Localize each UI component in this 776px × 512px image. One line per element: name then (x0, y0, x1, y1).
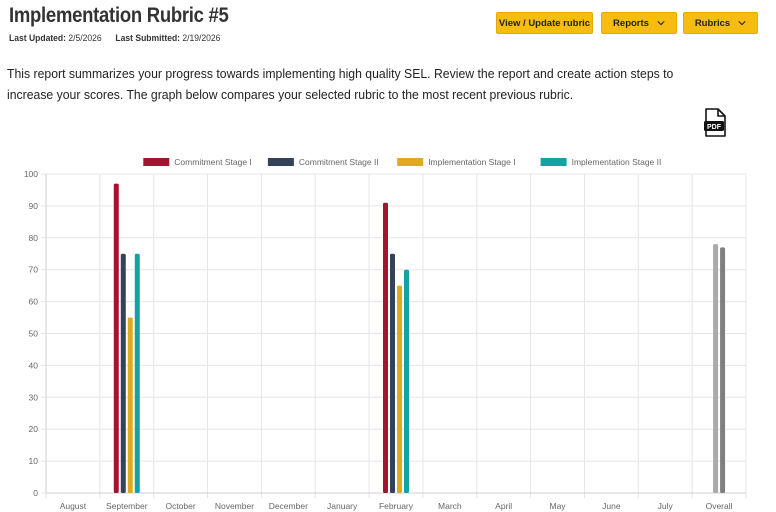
pdf-file-icon[interactable]: PDF (703, 108, 727, 138)
rubrics-dropdown-button[interactable]: Rubrics (683, 12, 758, 34)
x-tick-label: August (60, 501, 87, 511)
bar-implementation-stage-i (127, 317, 133, 493)
bar-overall (713, 244, 719, 493)
y-tick-label: 80 (29, 233, 39, 243)
report-description: This report summarizes your progress tow… (7, 66, 674, 102)
y-tick-label: 40 (29, 360, 39, 370)
view-update-rubric-label: View / Update rubric (498, 17, 591, 29)
y-tick-label: 50 (29, 329, 39, 339)
pdf-icon-label: PDF (707, 124, 722, 131)
y-tick-label: 20 (29, 424, 39, 434)
last-submitted-value: 2/19/2026 (182, 33, 221, 44)
y-tick-label: 0 (33, 488, 38, 498)
legend-label: Commitment Stage II (299, 157, 379, 167)
bar-commitment-stage-ii (120, 253, 126, 493)
rubrics-label: Rubrics (694, 17, 731, 29)
legend-label: Implementation Stage II (572, 157, 662, 167)
x-tick-label: December (269, 501, 308, 511)
bar-implementation-stage-i (397, 285, 402, 493)
x-tick-label: April (495, 501, 512, 511)
progress-bar-chart: 0 10 20 30 40 50 60 70 80 90 100 August September Oct… (24, 157, 747, 511)
bar-commitment-stage-i (113, 183, 119, 493)
chevron-down-icon (738, 21, 746, 26)
bar-commitment-stage-ii (390, 253, 395, 493)
legend-swatch (143, 158, 170, 166)
page-title: Implementation Rubric #5 (9, 4, 229, 27)
legend-swatch (267, 158, 294, 166)
legend-swatch (397, 158, 424, 166)
legend-swatch (540, 158, 567, 166)
x-tick-label: June (602, 501, 621, 511)
last-submitted-label: Last Submitted: (115, 33, 181, 44)
x-tick-label: January (327, 501, 358, 511)
legend-label: Implementation Stage I (428, 157, 515, 167)
bar-implementation-stage-ii (404, 269, 409, 493)
y-tick-label: 100 (24, 169, 38, 179)
reports-dropdown-button[interactable]: Reports (601, 12, 677, 34)
bar-implementation-stage-ii (134, 253, 140, 493)
view-update-rubric-button[interactable]: View / Update rubric (496, 12, 593, 34)
legend-label: Commitment Stage I (174, 157, 251, 167)
x-tick-label: October (165, 501, 195, 511)
chevron-down-icon (657, 21, 665, 26)
x-tick-label: February (379, 501, 414, 511)
reports-label: Reports (613, 17, 649, 29)
y-tick-label: 70 (29, 265, 39, 275)
x-tick-label: March (438, 501, 462, 511)
y-tick-label: 10 (29, 456, 39, 466)
x-tick-label: May (550, 501, 567, 511)
x-tick-label: Overall (706, 501, 733, 511)
last-updated-value: 2/5/2026 (68, 33, 102, 44)
bar-commitment-stage-i (383, 202, 388, 493)
y-tick-label: 90 (29, 201, 39, 211)
x-tick-label: July (658, 501, 674, 511)
y-tick-label: 60 (29, 297, 39, 307)
x-tick-label: September (106, 501, 148, 511)
bar-overall (720, 247, 726, 493)
last-updated-label: Last Updated: (9, 33, 67, 44)
rubric-dates: Last Updated: 2/5/2026 Last Submitted: 2… (9, 33, 220, 44)
y-tick-label: 30 (29, 392, 39, 402)
x-tick-label: November (215, 501, 254, 511)
